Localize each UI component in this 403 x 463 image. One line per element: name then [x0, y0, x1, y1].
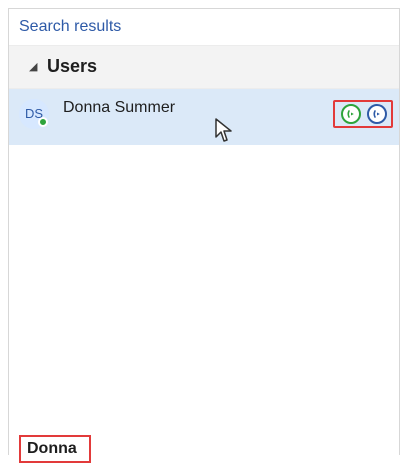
presence-available-indicator — [38, 117, 48, 127]
audio-call-icon — [373, 110, 380, 118]
collapse-caret-icon[interactable]: ◢ — [29, 60, 37, 74]
mouse-pointer-icon — [215, 118, 232, 142]
audio-call-button[interactable] — [367, 104, 387, 124]
call-actions-highlight — [333, 100, 393, 128]
panel-title: Search results — [19, 18, 122, 35]
users-group-header[interactable]: ◢ Users — [9, 45, 399, 89]
search-input[interactable]: Donna — [19, 435, 91, 463]
video-call-icon — [347, 110, 354, 118]
group-label: Users — [47, 56, 98, 76]
search-results-panel: Search results ◢ Users DS Donna Summer D… — [8, 8, 400, 463]
user-result-row[interactable]: DS Donna Summer — [9, 89, 399, 145]
user-name: Donna Summer — [63, 99, 176, 116]
video-call-button[interactable] — [341, 104, 361, 124]
